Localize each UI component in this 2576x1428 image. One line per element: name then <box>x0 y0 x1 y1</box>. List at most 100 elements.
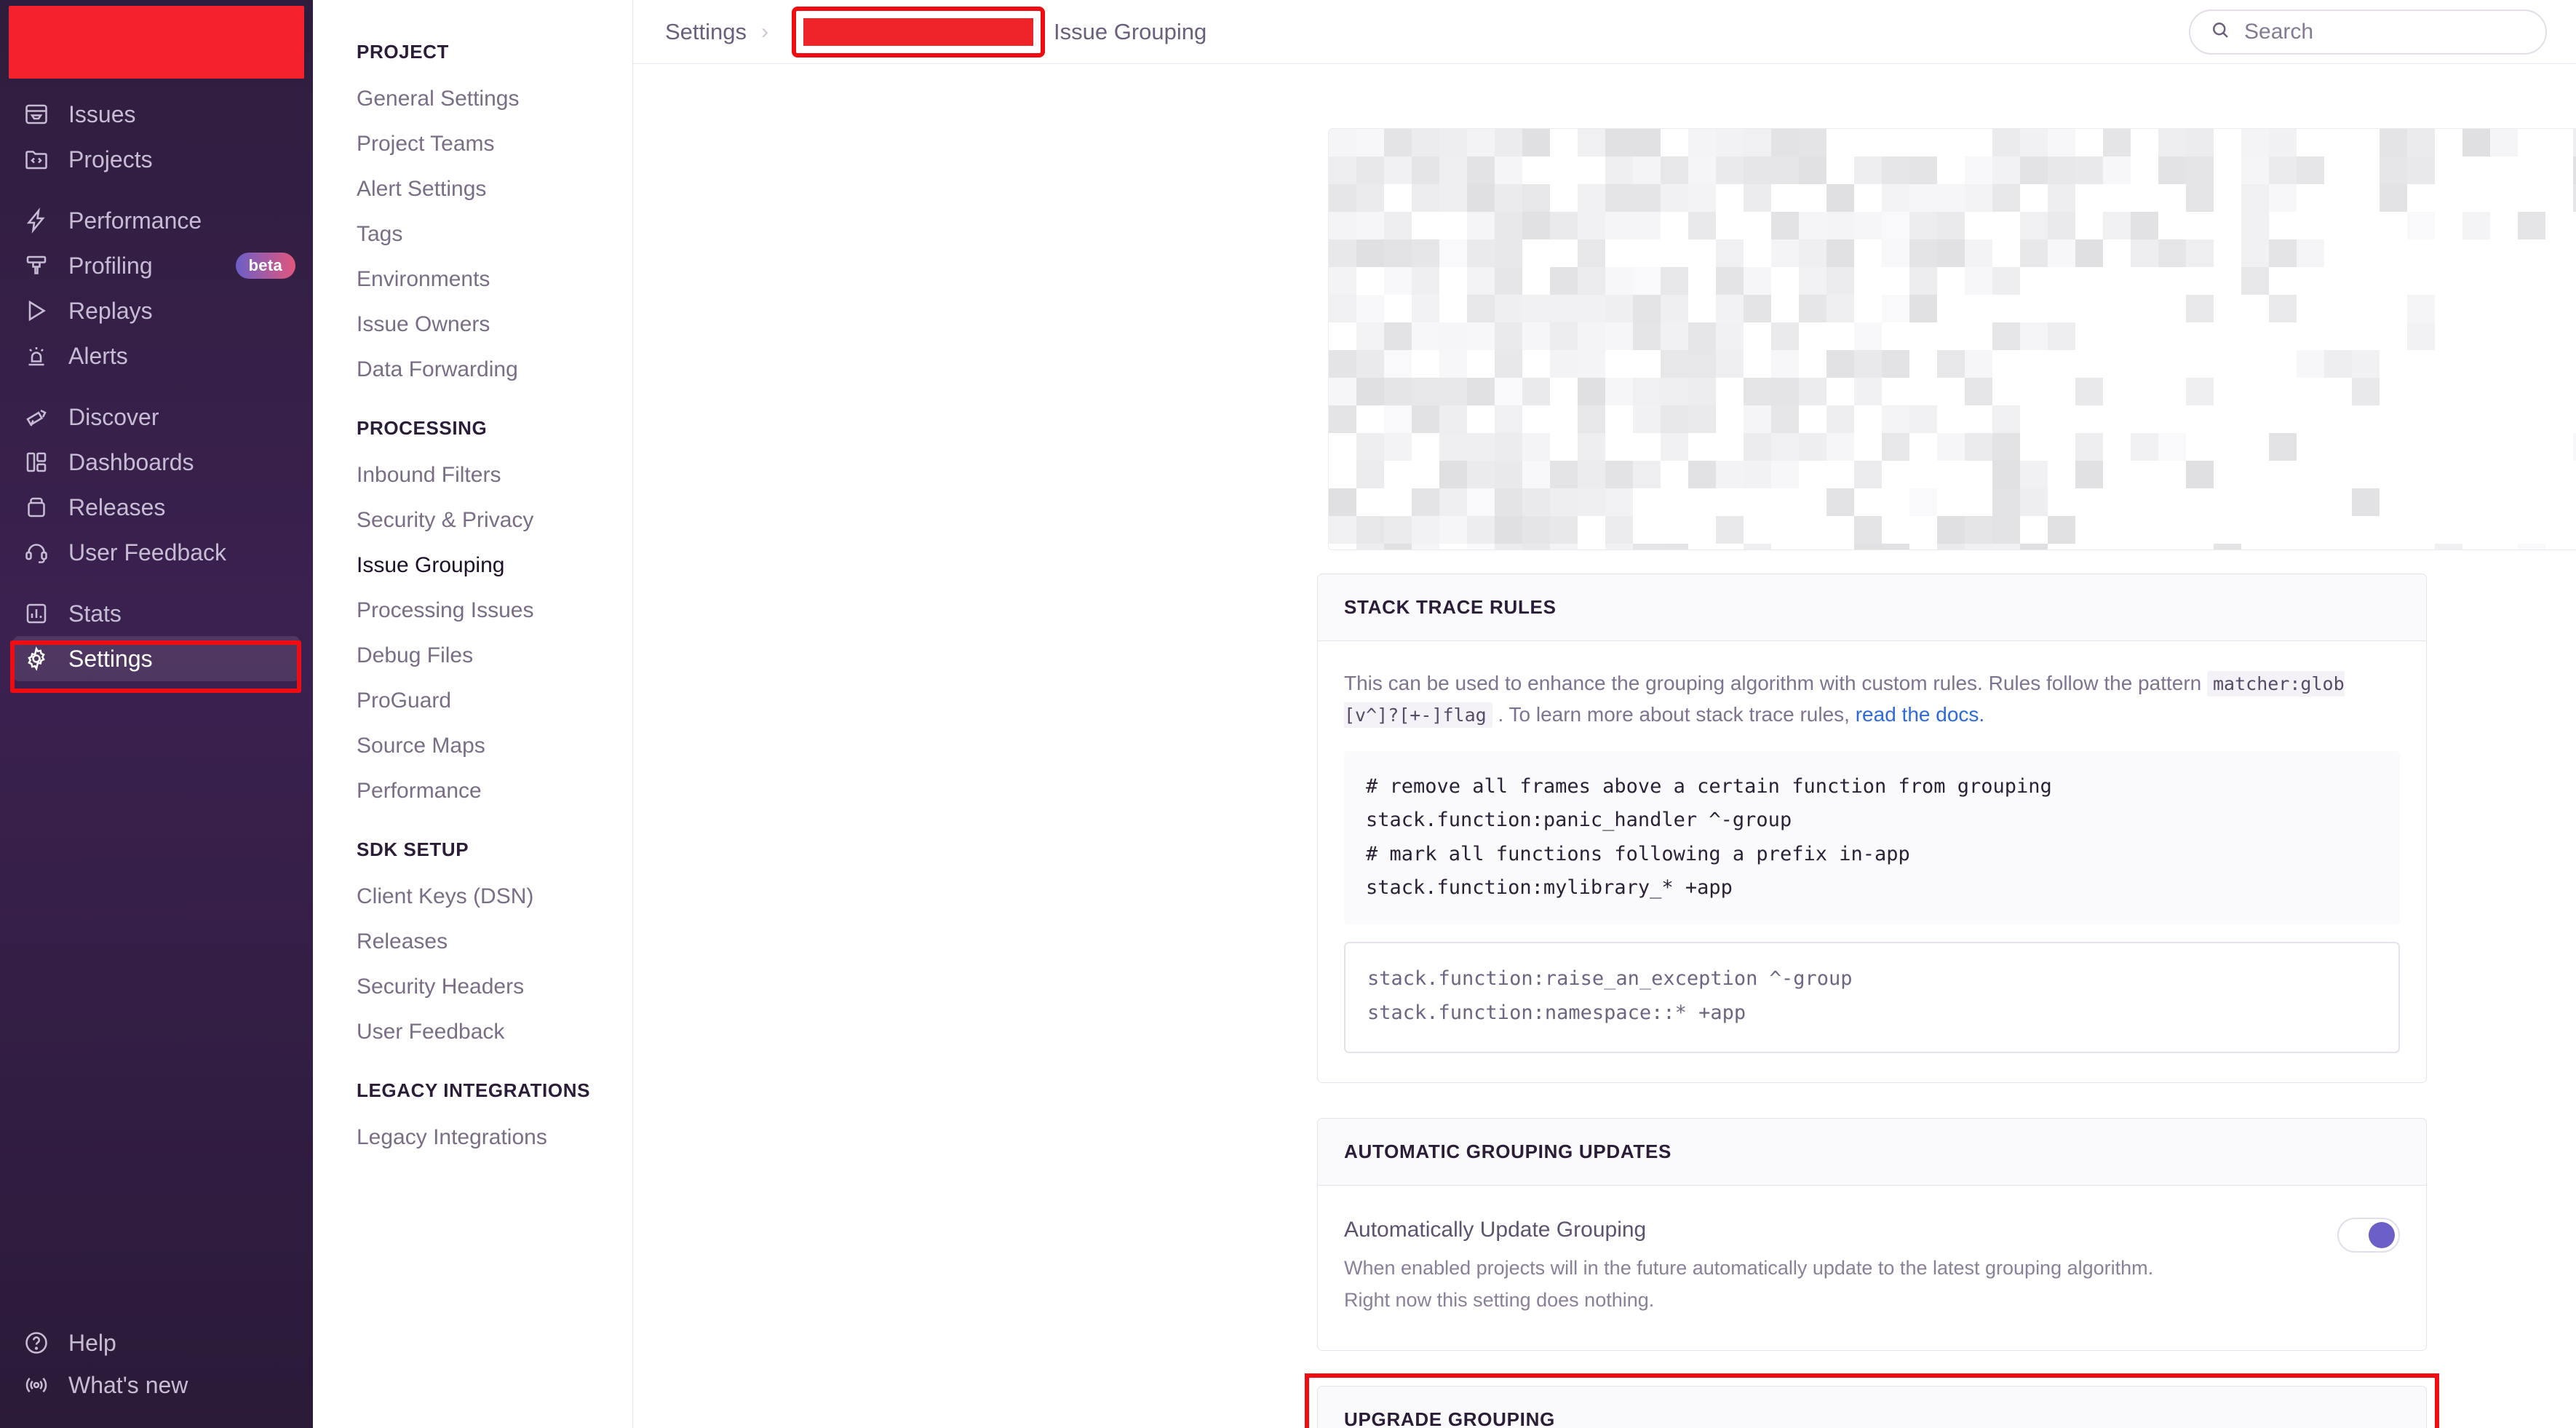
sidebar-item-issues[interactable]: Issues <box>0 92 313 137</box>
subnav-section-processing: PROCESSING Inbound Filters Security & Pr… <box>313 417 632 814</box>
lightning-icon <box>22 206 51 235</box>
subnav-item-alert-settings[interactable]: Alert Settings <box>313 167 632 212</box>
stack-trace-rules-example: # remove all frames above a certain func… <box>1344 750 2400 924</box>
siren-icon <box>22 341 51 370</box>
description-pre: This can be used to enhance the grouping… <box>1344 672 2207 694</box>
projects-icon <box>22 145 51 174</box>
subnav-item-debug-files[interactable]: Debug Files <box>313 633 632 678</box>
chevron-right-icon: › <box>761 19 769 44</box>
panel-title: UPGRADE GROUPING <box>1318 1386 2426 1428</box>
subnav-item-environments[interactable]: Environments <box>313 257 632 302</box>
description-post: . To learn more about stack trace rules, <box>1492 703 1856 726</box>
telescope-icon <box>22 402 51 432</box>
stack-trace-rules-description: This can be used to enhance the grouping… <box>1344 667 2400 731</box>
subnav-item-data-forwarding[interactable]: Data Forwarding <box>313 347 632 392</box>
breadcrumb-issue-grouping[interactable]: Issue Grouping <box>1054 19 1206 45</box>
main-column: Settings › Issue Grouping Search STACK T… <box>633 0 2576 1428</box>
sidebar-item-label: Alerts <box>68 342 128 369</box>
sidebar-item-replays[interactable]: Replays <box>0 288 313 333</box>
sidebar-item-label: Performance <box>68 207 202 234</box>
sidebar-item-help[interactable]: Help <box>0 1322 313 1364</box>
sidebar-item-label: Stats <box>68 600 122 627</box>
subnav-section-project: PROJECT General Settings Project Teams A… <box>313 41 632 392</box>
subnav-item-client-keys[interactable]: Client Keys (DSN) <box>313 874 632 919</box>
field-automatically-update-grouping: Automatically Update Grouping When enabl… <box>1344 1212 2400 1320</box>
panel-body: This can be used to enhance the grouping… <box>1318 641 2426 1082</box>
releases-icon <box>22 493 51 522</box>
automatically-update-grouping-toggle[interactable] <box>2337 1218 2400 1253</box>
sidebar-item-dashboards[interactable]: Dashboards <box>0 440 313 485</box>
breadcrumb: Settings › Issue Grouping <box>665 6 1206 57</box>
field-help-line-2: Right now this setting does nothing. <box>1344 1289 1655 1312</box>
primary-sidebar: Issues Projects Performance Profiling be… <box>0 0 313 1428</box>
gear-icon <box>22 644 51 673</box>
stack-trace-rules-editor[interactable]: stack.function:raise_an_exception ^-grou… <box>1344 941 2400 1054</box>
field-help-line-1: When enabled projects will in the future… <box>1344 1257 2154 1280</box>
breadcrumb-project-redacted[interactable] <box>792 6 1046 57</box>
subnav-item-project-teams[interactable]: Project Teams <box>313 122 632 167</box>
subnav-section-sdk-setup: SDK SETUP Client Keys (DSN) Releases Sec… <box>313 838 632 1055</box>
nav-group-explore: Discover Dashboards Releases User Feedba… <box>0 394 313 591</box>
field-text: Automatically Update Grouping When enabl… <box>1344 1218 2308 1316</box>
beta-badge: beta <box>235 253 295 279</box>
dashboards-icon <box>22 448 51 477</box>
panel-automatic-grouping-updates: AUTOMATIC GROUPING UPDATES Automatically… <box>1317 1118 2427 1351</box>
subnav-section-heading: SDK SETUP <box>357 838 469 860</box>
sidebar-item-releases[interactable]: Releases <box>0 485 313 530</box>
subnav-item-security-headers[interactable]: Security Headers <box>313 964 632 1009</box>
sidebar-item-label: Projects <box>68 146 153 172</box>
sidebar-item-label: Dashboards <box>68 448 194 475</box>
search-input[interactable]: Search <box>2189 9 2547 55</box>
panel-body: Automatically Update Grouping When enabl… <box>1318 1186 2426 1349</box>
primary-nav-groups: Issues Projects Performance Profiling be… <box>0 89 313 1322</box>
top-bar: Settings › Issue Grouping Search <box>633 0 2576 64</box>
subnav-item-issue-grouping[interactable]: Issue Grouping <box>313 543 632 588</box>
sidebar-item-profiling[interactable]: Profiling beta <box>0 243 313 288</box>
nav-group-admin: Stats Settings <box>0 591 313 697</box>
sidebar-item-performance[interactable]: Performance <box>0 198 313 243</box>
sidebar-item-discover[interactable]: Discover <box>0 394 313 440</box>
breadcrumb-settings[interactable]: Settings <box>665 19 747 45</box>
sidebar-item-label: Discover <box>68 403 159 430</box>
subnav-item-legacy-integrations[interactable]: Legacy Integrations <box>313 1115 632 1160</box>
org-logo-redacted[interactable] <box>9 6 304 79</box>
subnav-item-source-maps[interactable]: Source Maps <box>313 723 632 769</box>
subnav-item-issue-owners[interactable]: Issue Owners <box>313 302 632 347</box>
issues-icon <box>22 100 51 129</box>
sidebar-item-stats[interactable]: Stats <box>0 591 313 636</box>
subnav-section-legacy-integrations: LEGACY INTEGRATIONS Legacy Integrations <box>313 1079 632 1160</box>
subnav-item-security-privacy[interactable]: Security & Privacy <box>313 498 632 543</box>
subnav-section-heading: PROCESSING <box>357 417 488 439</box>
subnav-item-user-feedback[interactable]: User Feedback <box>313 1009 632 1055</box>
app-root: Issues Projects Performance Profiling be… <box>0 0 2576 1428</box>
sidebar-item-label: Settings <box>68 645 153 672</box>
subnav-item-proguard[interactable]: ProGuard <box>313 678 632 723</box>
sidebar-item-label: Replays <box>68 297 153 324</box>
subnav-item-tags[interactable]: Tags <box>313 212 632 257</box>
sidebar-item-settings[interactable]: Settings <box>13 636 300 681</box>
redacted-pixelated-region <box>1328 128 2576 550</box>
broadcast-icon <box>22 1371 51 1400</box>
sidebar-item-label: Releases <box>68 493 166 520</box>
panel-title: STACK TRACE RULES <box>1318 574 2426 641</box>
subnav-section-heading: LEGACY INTEGRATIONS <box>357 1079 591 1101</box>
search-icon <box>2209 19 2231 44</box>
sidebar-item-whats-new[interactable]: What's new <box>0 1364 313 1406</box>
primary-nav-bottom: Help What's new <box>0 1322 313 1428</box>
subnav-item-general-settings[interactable]: General Settings <box>313 76 632 122</box>
sidebar-item-user-feedback[interactable]: User Feedback <box>0 530 313 575</box>
content-area: STACK TRACE RULES This can be used to en… <box>633 64 2576 1428</box>
sidebar-item-label: User Feedback <box>68 539 226 566</box>
subnav-item-performance[interactable]: Performance <box>313 769 632 814</box>
headset-icon <box>22 538 51 567</box>
profiling-icon <box>22 251 51 280</box>
sidebar-item-projects[interactable]: Projects <box>0 137 313 182</box>
sidebar-item-label: Profiling <box>68 252 153 279</box>
sidebar-item-label: Help <box>68 1329 116 1356</box>
read-the-docs-link[interactable]: read the docs. <box>1856 703 1984 726</box>
subnav-item-processing-issues[interactable]: Processing Issues <box>313 588 632 633</box>
subnav-item-inbound-filters[interactable]: Inbound Filters <box>313 453 632 498</box>
subnav-item-releases[interactable]: Releases <box>313 919 632 964</box>
sidebar-item-alerts[interactable]: Alerts <box>0 333 313 378</box>
nav-group-core: Issues Projects <box>0 92 313 198</box>
